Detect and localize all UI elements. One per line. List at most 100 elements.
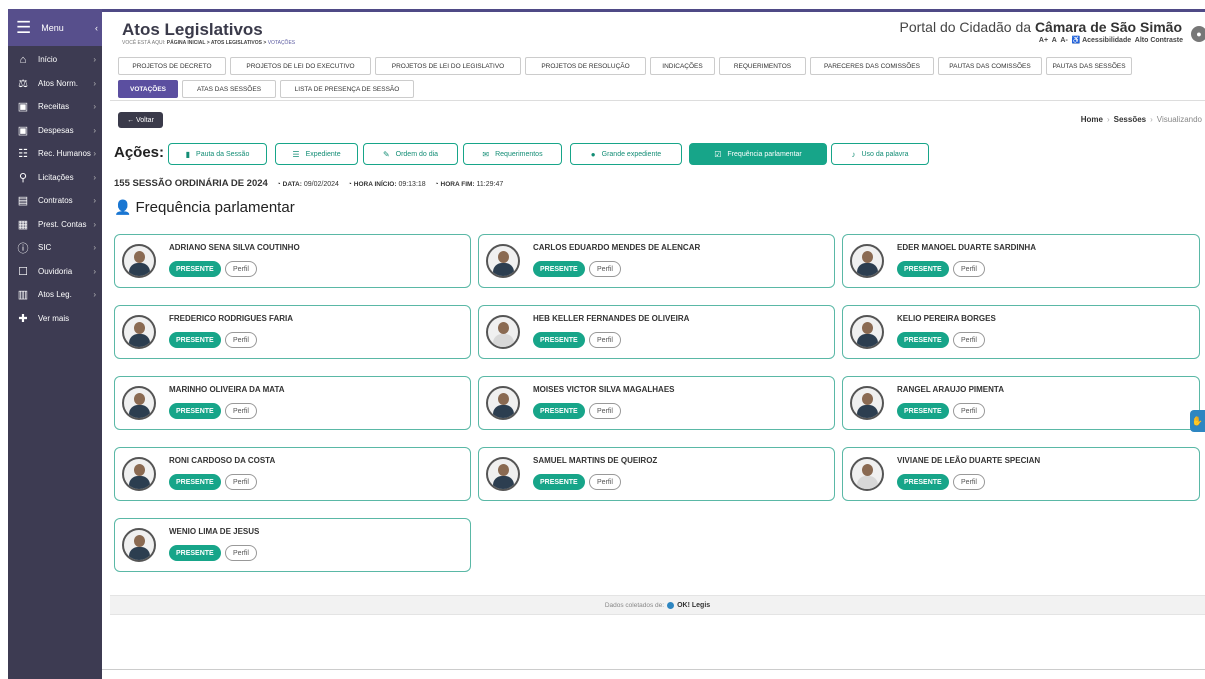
- chevron-right-icon: ›: [93, 102, 96, 112]
- session-date: ◔ DATA: 09/02/2024: [276, 181, 339, 188]
- portal-name: Câmara de São Simão: [1034, 19, 1182, 35]
- action-label: Expediente: [305, 150, 341, 158]
- profile-button[interactable]: Perfil: [225, 474, 257, 490]
- sidebar-item-in-cio[interactable]: ⌂ Início ›: [8, 48, 102, 72]
- breadcrumb-prefix: VOCÊ ESTÁ AQUI:: [122, 40, 166, 46]
- profile-button[interactable]: Perfil: [953, 261, 985, 277]
- profile-button[interactable]: Perfil: [225, 403, 257, 419]
- accessibility-link[interactable]: Acessibilidade: [1082, 37, 1131, 44]
- section-title-text: Frequência parlamentar: [135, 199, 295, 216]
- sidebar-menu-toggle[interactable]: ☰ Menu ‹: [8, 9, 102, 46]
- status-badge: PRESENTE: [533, 332, 585, 348]
- profile-button[interactable]: Perfil: [225, 332, 257, 348]
- avatar-head: [134, 322, 145, 334]
- sidebar-item-sic[interactable]: ⓘ SIC ›: [8, 236, 102, 260]
- sidebar-item-contratos[interactable]: ▤ Contratos ›: [8, 189, 102, 213]
- sidebar-item-atos-leg-[interactable]: ▥ Atos Leg. ›: [8, 283, 102, 307]
- status-badge: PRESENTE: [169, 474, 221, 490]
- tab-projetos-de-lei-do-executivo[interactable]: PROJETOS DE LEI DO EXECUTIVO: [230, 57, 371, 75]
- sidebar-item-label: Ouvidoria: [38, 266, 73, 276]
- tab-pautas-das-sess-es[interactable]: PAUTAS DAS SESSÕES: [1046, 57, 1132, 75]
- tab-atas-das-sess-es[interactable]: ATAS DAS SESSÕES: [182, 80, 276, 98]
- member-card: SAMUEL MARTINS DE QUEIROZ PRESENTE Perfil: [478, 447, 835, 501]
- profile-button[interactable]: Perfil: [953, 332, 985, 348]
- profile-button[interactable]: Perfil: [589, 332, 621, 348]
- member-name: HEB KELLER FERNANDES DE OLIVEIRA: [533, 314, 690, 323]
- sidebar-item-ouvidoria[interactable]: ☐ Ouvidoria ›: [8, 260, 102, 284]
- back-button[interactable]: ← Voltar: [118, 112, 163, 128]
- profile-button[interactable]: Perfil: [225, 261, 257, 277]
- tabs-divider: [110, 100, 1205, 101]
- member-name: KELIO PEREIRA BORGES: [897, 314, 996, 323]
- tab-projetos-de-resolu-o[interactable]: PROJETOS DE RESOLUÇÃO: [525, 57, 646, 75]
- avatar: [122, 315, 156, 349]
- avatar-head: [498, 464, 509, 476]
- sidebar-item-despesas[interactable]: ▣ Despesas ›: [8, 119, 102, 143]
- breadcrumb-sessoes[interactable]: Sessões: [1114, 115, 1146, 124]
- sidebar-item-prest-contas[interactable]: ▦ Prest. Contas ›: [8, 213, 102, 237]
- tab-lista-de-presen-a-de-sess-o[interactable]: LISTA DE PRESENÇA DE SESSÃO: [280, 80, 414, 98]
- page-title: Atos Legislativos: [122, 20, 263, 39]
- sidebar-item-receitas[interactable]: ▣ Receitas ›: [8, 95, 102, 119]
- font-normal-button[interactable]: A: [1052, 37, 1057, 44]
- section-title: 👤 Frequência parlamentar: [114, 199, 295, 216]
- sidebar: ☰ Menu ‹ ⌂ Início › ⚖ Atos Norm. › ▣ Receitas › ▣…: [8, 9, 102, 679]
- action-frequ-ncia-parlamentar-button[interactable]: ☑ Frequência parlamentar: [689, 143, 827, 165]
- profile-button[interactable]: Perfil: [589, 261, 621, 277]
- action-grande-expediente-button[interactable]: ● Grande expediente: [570, 143, 682, 165]
- avatar-head: [498, 393, 509, 405]
- accessibility-widget-icon[interactable]: ✋: [1190, 410, 1205, 432]
- avatar-head: [862, 464, 873, 476]
- building-icon: ▥: [17, 289, 29, 302]
- member-card: EDER MANOEL DUARTE SARDINHA PRESENTE Perfi…: [842, 234, 1200, 288]
- font-increase-button[interactable]: A+: [1039, 37, 1048, 44]
- avatar-head: [862, 251, 873, 263]
- sidebar-item-rec-humanos[interactable]: ☷ Rec. Humanos ›: [8, 142, 102, 166]
- sidebar-item-licita-es[interactable]: ⚲ Licitações ›: [8, 166, 102, 190]
- action-uso-da-palavra-button[interactable]: ♪ Uso da palavra: [831, 143, 929, 165]
- tab-projetos-de-decreto[interactable]: PROJETOS DE DECRETO: [118, 57, 226, 75]
- tab-vota-es[interactable]: VOTAÇÕES: [118, 80, 178, 98]
- chevron-left-icon[interactable]: ‹: [95, 23, 98, 33]
- action-ordem-do-dia-button[interactable]: ✎ Ordem do dia: [363, 143, 458, 165]
- breadcrumb-current-page: Visualizando: [1156, 115, 1202, 124]
- chevron-right-icon: ›: [93, 290, 96, 300]
- avatar-body: [493, 405, 514, 418]
- profile-button[interactable]: Perfil: [589, 403, 621, 419]
- footer-brand[interactable]: OK! Legis: [677, 602, 710, 609]
- tab-projetos-de-lei-do-legislativo[interactable]: PROJETOS DE LEI DO LEGISLATIVO: [375, 57, 521, 75]
- tab-requerimentos[interactable]: REQUERIMENTOS: [719, 57, 806, 75]
- clock-icon: ◔: [434, 181, 439, 188]
- action-pauta-da-sess-o-button[interactable]: ▮ Pauta da Sessão: [168, 143, 267, 165]
- profile-button[interactable]: Perfil: [225, 545, 257, 561]
- breadcrumb-path[interactable]: PÁGINA INICIAL > ATOS LEGISLATIVOS >: [167, 40, 267, 46]
- tab-pautas-das-comiss-es[interactable]: PAUTAS DAS COMISSÕES: [938, 57, 1042, 75]
- profile-button[interactable]: Perfil: [953, 474, 985, 490]
- breadcrumb-top: VOCÊ ESTÁ AQUI: PÁGINA INICIAL > ATOS LE…: [122, 40, 295, 46]
- status-badge: PRESENTE: [169, 261, 221, 277]
- accessibility-bar: A+ A A- ♿ Acessibilidade Alto Contraste: [1039, 36, 1183, 44]
- avatar: [486, 315, 520, 349]
- sidebar-item-ver-mais[interactable]: ✚ Ver mais: [8, 307, 102, 331]
- info-icon: ⓘ: [17, 242, 29, 255]
- action-requerimentos-button[interactable]: ✉ Requerimentos: [463, 143, 562, 165]
- avatar: [122, 244, 156, 278]
- font-decrease-button[interactable]: A-: [1060, 37, 1067, 44]
- avatar: [122, 386, 156, 420]
- high-contrast-link[interactable]: Alto Contraste: [1135, 37, 1183, 44]
- profile-button[interactable]: Perfil: [953, 403, 985, 419]
- profile-button[interactable]: Perfil: [589, 474, 621, 490]
- sidebar-item-atos-norm-[interactable]: ⚖ Atos Norm. ›: [8, 72, 102, 96]
- sidebar-item-label: Atos Leg.: [38, 290, 72, 300]
- tab-pareceres-das-comiss-es[interactable]: PARECERES DAS COMISSÕES: [810, 57, 934, 75]
- action-expediente-button[interactable]: ☰ Expediente: [275, 143, 358, 165]
- avatar: [850, 315, 884, 349]
- document-icon: ▤: [17, 195, 29, 208]
- tab-indica-es[interactable]: INDICAÇÕES: [650, 57, 715, 75]
- session-info: 155 SESSÃO ORDINÁRIA DE 2024 ◔ DATA: 09/…: [114, 178, 503, 189]
- user-icon[interactable]: ●: [1191, 26, 1205, 42]
- breadcrumb-home[interactable]: Home: [1081, 115, 1103, 124]
- action-label: Requerimentos: [495, 150, 543, 158]
- session-start: ◔ HORA INÍCIO: 09:13:18: [347, 181, 426, 188]
- sidebar-item-label: Ver mais: [38, 313, 70, 323]
